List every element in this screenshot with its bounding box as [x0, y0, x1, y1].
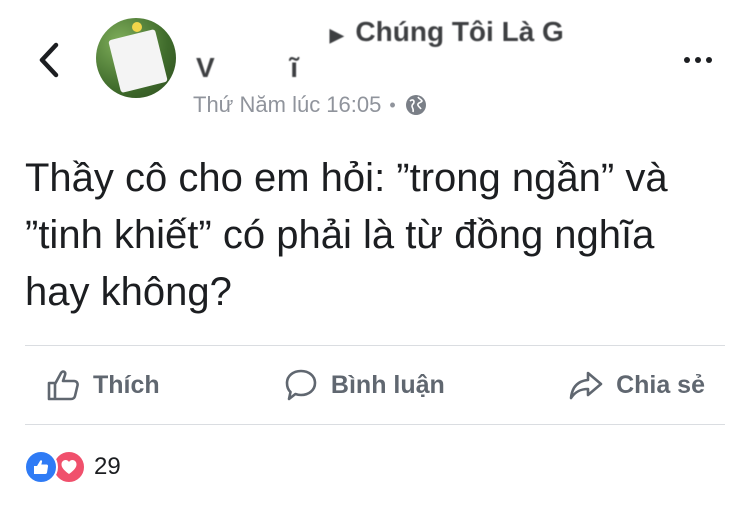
- comment-icon: [285, 369, 317, 401]
- author-line[interactable]: ▶ Chúng Tôi Là G: [200, 16, 564, 48]
- thumbs-up-icon: [47, 370, 79, 401]
- post-meta: Thứ Năm lúc 16:05 •: [193, 92, 428, 118]
- comment-label: Bình luận: [330, 370, 445, 399]
- timestamp[interactable]: Thứ Năm lúc 16:05: [193, 92, 381, 118]
- avatar-paper: [108, 28, 168, 94]
- back-button[interactable]: [32, 40, 66, 80]
- share-label: Chia sẻ: [616, 370, 705, 399]
- redacted-block: [222, 59, 283, 80]
- page-name: Chúng Tôi Là G: [355, 16, 564, 47]
- like-reaction-icon: [24, 450, 58, 484]
- share-icon: [569, 371, 603, 400]
- more-dot: [695, 57, 701, 63]
- divider-bottom: [25, 424, 725, 425]
- avatar[interactable]: [96, 18, 176, 98]
- author-name[interactable]: V ĩ: [196, 52, 298, 84]
- separator: •: [389, 94, 396, 115]
- reaction-count: 29: [94, 453, 121, 480]
- comment-button[interactable]: Bình luận: [263, 367, 465, 403]
- arrow-right-icon: ▶: [329, 25, 344, 45]
- more-dot: [684, 57, 690, 63]
- more-options-button[interactable]: [684, 50, 720, 70]
- share-button[interactable]: Chia sẻ: [548, 367, 725, 403]
- reactions-summary[interactable]: 29: [24, 450, 121, 484]
- redacted-block: [200, 22, 318, 45]
- like-button[interactable]: Thích: [25, 367, 180, 403]
- author-name-start: V: [196, 52, 215, 83]
- globe-icon[interactable]: [404, 93, 428, 117]
- action-bar: Thích Bình luận Chia sẻ: [25, 346, 725, 424]
- post-text: Thầy cô cho em hỏi: ”trong ngần” và ”tin…: [25, 156, 668, 314]
- avatar-flower: [132, 22, 142, 32]
- more-dot: [706, 57, 712, 63]
- like-label: Thích: [93, 370, 160, 399]
- author-name-end: ĩ: [290, 52, 299, 83]
- chevron-left-icon: [39, 42, 59, 78]
